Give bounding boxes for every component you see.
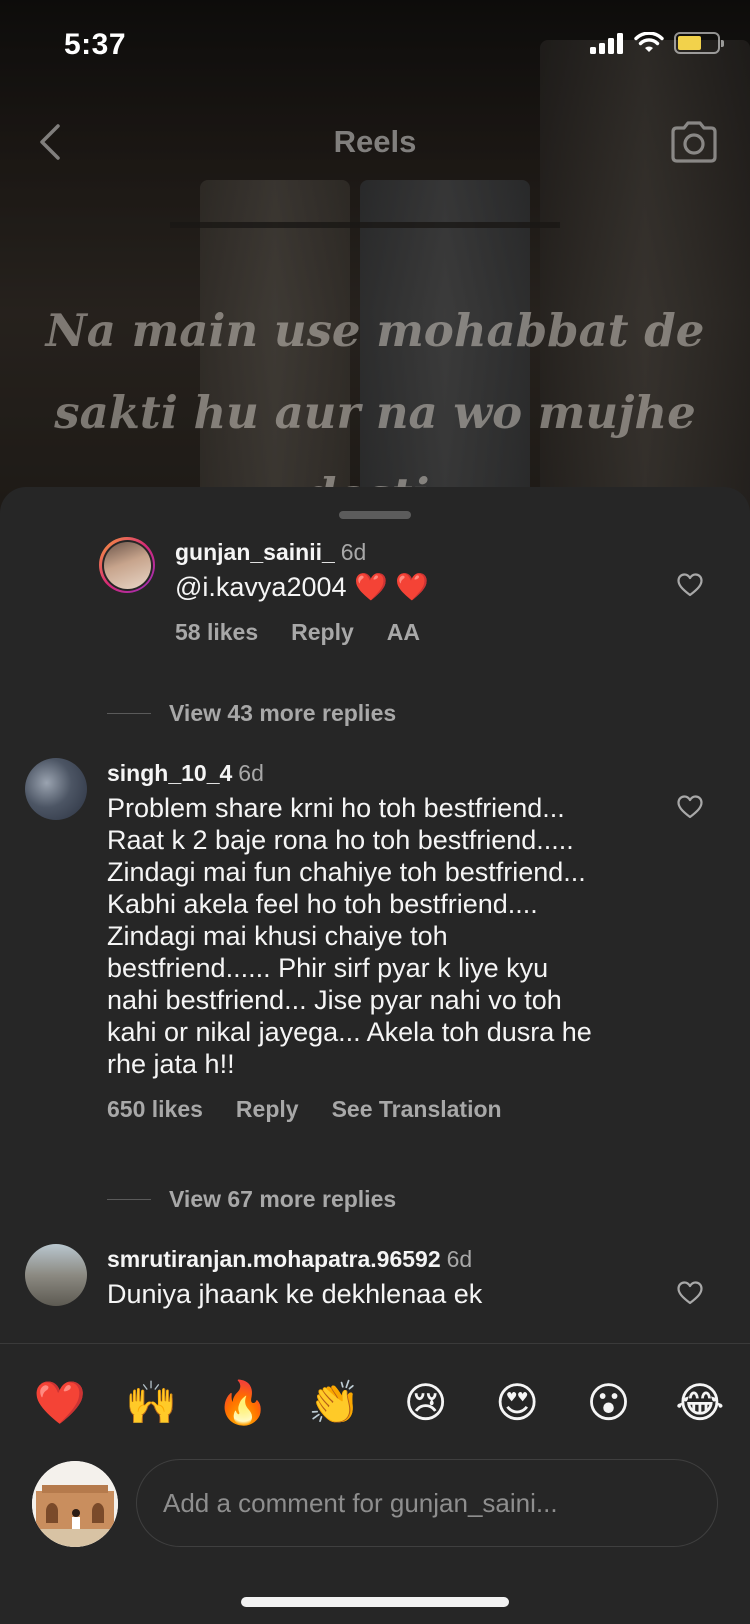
comment-actions: 58 likes Reply AA	[175, 619, 421, 646]
home-indicator[interactable]	[241, 1597, 509, 1607]
wifi-icon	[634, 32, 664, 52]
comment-body: gunjan_sainii_ 6d @i.kavya2004 ❤️ ❤️ 58 l…	[175, 537, 655, 646]
reply-button[interactable]: Reply	[291, 619, 354, 646]
view-more-replies[interactable]: View 67 more replies	[107, 1186, 396, 1213]
sheet-grab-handle[interactable]	[339, 511, 411, 519]
reaction-clap[interactable]: 👏	[304, 1373, 364, 1433]
like-comment-button[interactable]	[674, 1277, 706, 1309]
comment-avatar[interactable]	[99, 537, 155, 593]
comments-list[interactable]: gunjan_sainii_ 6d @i.kavya2004 ❤️ ❤️ 58 l…	[0, 527, 750, 1324]
comment-composer	[32, 1459, 722, 1549]
see-translation-button[interactable]: See Translation	[332, 1096, 502, 1123]
replies-divider-line	[107, 1199, 151, 1200]
reel-header: Reels	[0, 112, 750, 172]
comment-item: gunjan_sainii_ 6d @i.kavya2004 ❤️ ❤️ 58 l…	[0, 527, 750, 667]
comment-input[interactable]	[136, 1459, 718, 1547]
comment-item: smrutiranjan.mohapatra.96592 6d Duniya jh…	[0, 1244, 750, 1324]
reaction-heart[interactable]: ❤️	[30, 1373, 90, 1433]
status-bar: 5:37	[0, 0, 750, 90]
reaction-laughing[interactable]: 😂	[670, 1373, 730, 1433]
comment-time: 6d	[446, 1246, 473, 1272]
comment-header: smrutiranjan.mohapatra.96592 6d	[107, 1244, 667, 1274]
avatar-photo	[32, 1461, 118, 1547]
comment-header: gunjan_sainii_ 6d	[175, 537, 655, 567]
comment-likes[interactable]: 650 likes	[107, 1096, 203, 1123]
reaction-raised-hands[interactable]: 🙌	[121, 1373, 181, 1433]
like-comment-button[interactable]	[674, 791, 706, 823]
view-more-replies[interactable]: View 43 more replies	[107, 700, 396, 727]
comment-time: 6d	[238, 760, 264, 786]
current-user-avatar[interactable]	[32, 1461, 118, 1547]
camera-icon	[671, 121, 717, 163]
comment-time: 6d	[340, 539, 367, 565]
comment-body: singh_10_4 6d Problem share krni ho toh b…	[107, 758, 667, 1123]
heart-outline-icon	[677, 795, 703, 819]
reaction-fire[interactable]: 🔥	[213, 1373, 273, 1433]
reaction-crying[interactable]: 😢	[396, 1373, 456, 1433]
reaction-surprised[interactable]: 😮	[579, 1373, 639, 1433]
cellular-signal-icon	[590, 33, 623, 54]
battery-level	[678, 36, 701, 50]
comment-item: singh_10_4 6d Problem share krni ho toh b…	[0, 758, 750, 1138]
composer-divider	[0, 1343, 750, 1344]
comment-actions: 650 likes Reply See Translation	[107, 1096, 667, 1123]
reel-caption-line-1: Na main use mohabbat de	[45, 304, 705, 357]
heart-outline-icon	[677, 1281, 703, 1305]
status-time: 5:37	[64, 28, 127, 61]
reaction-heart-eyes[interactable]: 😍	[487, 1373, 547, 1433]
status-icons	[590, 32, 724, 54]
comment-username[interactable]: gunjan_sainii_	[175, 539, 335, 565]
heart-outline-icon	[677, 573, 703, 597]
comment-username[interactable]: smrutiranjan.mohapatra.96592	[107, 1246, 441, 1272]
camera-button[interactable]	[668, 116, 720, 168]
comment-text: @i.kavya2004 ❤️ ❤️	[175, 572, 429, 602]
view-replies-label: View 43 more replies	[169, 700, 397, 726]
comment-username[interactable]: singh_10_4	[107, 760, 232, 786]
comment-text: Problem share krni ho toh bestfriend... …	[107, 793, 592, 1079]
emoji-reaction-bar: ❤️ 🙌 🔥 👏 😢 😍 😮 😂	[30, 1373, 730, 1433]
comment-likes[interactable]: 58 likes	[175, 619, 258, 646]
battery-icon	[674, 32, 724, 54]
comment-header: singh_10_4 6d	[107, 758, 667, 788]
reply-button[interactable]: Reply	[236, 1096, 299, 1123]
comment-avatar[interactable]	[25, 1244, 87, 1306]
page-title: Reels	[333, 124, 417, 159]
comment-body: smrutiranjan.mohapatra.96592 6d Duniya jh…	[107, 1244, 667, 1310]
replies-divider-line	[107, 713, 151, 714]
comment-text: Duniya jhaank ke dekhlenaa ek	[107, 1279, 483, 1309]
view-replies-label: View 67 more replies	[169, 1186, 397, 1212]
reel-caption: Na main use mohabbat de sakti hu aur na …	[20, 290, 730, 520]
comment-avatar[interactable]	[25, 758, 87, 820]
like-comment-button[interactable]	[674, 569, 706, 601]
comments-sheet: gunjan_sainii_ 6d @i.kavya2004 ❤️ ❤️ 58 l…	[0, 487, 750, 1624]
